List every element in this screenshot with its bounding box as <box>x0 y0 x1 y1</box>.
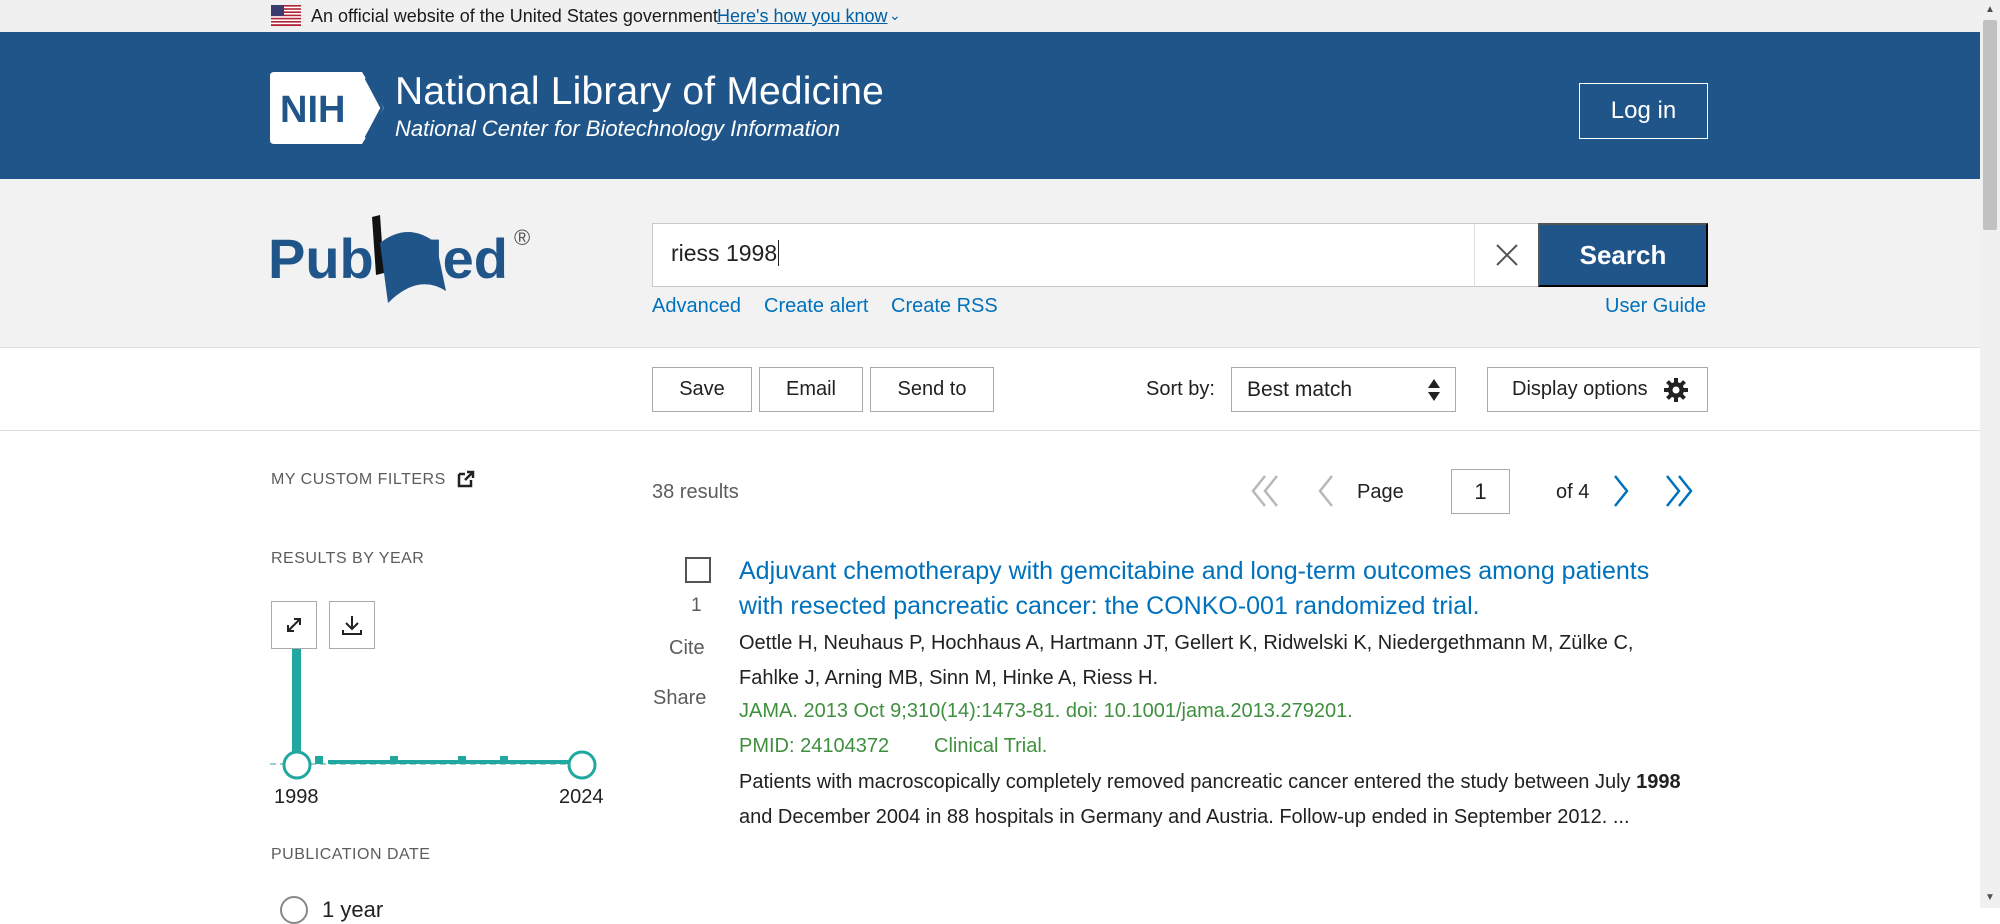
result-title-link[interactable]: Adjuvant chemotherapy with gemcitabine a… <box>739 554 1699 624</box>
page-label: Page <box>1357 481 1404 503</box>
nlm-title[interactable]: National Library of Medicine <box>395 70 884 114</box>
page-of-label: of 4 <box>1556 481 1590 503</box>
year-bar-1998 <box>292 640 301 764</box>
clear-search-button[interactable] <box>1474 223 1538 287</box>
external-link-icon[interactable] <box>457 470 475 488</box>
result-number: 1 <box>691 595 702 616</box>
results-by-year-chart[interactable] <box>270 600 610 810</box>
last-page-icon[interactable] <box>1661 472 1695 510</box>
user-guide-link[interactable]: User Guide <box>1605 295 1706 318</box>
result-checkbox[interactable] <box>685 557 711 583</box>
advanced-link[interactable]: Advanced <box>652 295 741 318</box>
custom-filters-heading[interactable]: MY CUSTOM FILTERS <box>271 471 446 489</box>
scroll-down-arrow-icon[interactable]: ▼ <box>1983 891 1997 905</box>
pub-date-1-year-radio[interactable] <box>280 896 308 924</box>
download-icon <box>342 616 362 635</box>
svg-text:Pub: Pub <box>268 227 374 290</box>
sort-label: Sort by: <box>1146 378 1215 400</box>
previous-page-icon[interactable] <box>1310 472 1344 510</box>
chevron-down-icon[interactable]: ⌄ <box>889 7 901 24</box>
svg-text:Med: Med <box>396 227 508 290</box>
us-flag-icon <box>271 5 301 26</box>
sort-value: Best match <box>1247 377 1353 401</box>
save-button[interactable]: Save <box>652 367 752 412</box>
publication-date-heading: PUBLICATION DATE <box>271 846 431 863</box>
create-alert-link[interactable]: Create alert <box>764 295 869 318</box>
download-chart-button[interactable] <box>329 601 375 649</box>
cite-button[interactable]: Cite <box>669 637 705 660</box>
year-bar <box>315 756 323 764</box>
share-button[interactable]: Share <box>653 687 706 710</box>
scrollbar-thumb[interactable] <box>1983 20 1997 230</box>
result-citation: JAMA. 2013 Oct 9;310(14):1473-81. doi: 1… <box>739 700 1353 722</box>
email-button[interactable]: Email <box>759 367 863 412</box>
send-to-button[interactable]: Send to <box>870 367 994 412</box>
gov-banner-text: An official website of the United States… <box>311 6 718 26</box>
year-start-label: 1998 <box>274 786 319 808</box>
result-pmid: PMID: 24104372 <box>739 735 890 757</box>
sort-select[interactable]: Best match <box>1231 367 1456 412</box>
result-authors: Oettle H, Neuhaus P, Hochhaus A, Hartman… <box>739 632 1634 689</box>
result-snippet: Patients with macroscopically completely… <box>739 771 1681 828</box>
year-bar <box>328 760 582 764</box>
page-number-input[interactable]: 1 <box>1451 469 1510 514</box>
range-start-handle <box>282 750 312 780</box>
display-options-label: Display options <box>1512 378 1648 400</box>
expand-chart-button[interactable] <box>271 601 317 649</box>
year-bar <box>390 756 398 764</box>
login-button[interactable]: Log in <box>1579 83 1708 139</box>
first-page-icon[interactable] <box>1249 472 1283 510</box>
ncbi-subtitle: National Center for Biotechnology Inform… <box>395 116 841 141</box>
result-publication-type: Clinical Trial. <box>934 735 1048 757</box>
range-end-handle <box>567 750 597 780</box>
results-by-year-heading: RESULTS BY YEAR <box>271 550 425 567</box>
display-options-button[interactable]: Display options <box>1487 367 1708 412</box>
create-rss-link[interactable]: Create RSS <box>891 295 998 318</box>
nih-logo[interactable]: NIH <box>270 72 384 144</box>
year-bar <box>458 756 466 764</box>
how-you-know-link[interactable]: Here's how you know <box>717 6 888 27</box>
close-icon <box>1495 244 1518 266</box>
search-input[interactable]: riess 1998 <box>652 223 1539 287</box>
next-page-icon[interactable] <box>1603 472 1637 510</box>
results-count: 38 results <box>652 481 739 503</box>
sort-arrows-icon <box>1428 379 1440 401</box>
svg-text:NIH: NIH <box>280 89 345 131</box>
search-query[interactable]: riess 1998 <box>671 240 780 267</box>
year-end-label: 2024 <box>559 786 604 808</box>
search-button[interactable]: Search <box>1538 223 1708 287</box>
expand-icon <box>287 618 301 632</box>
pubmed-logo[interactable]: Pub Med ® <box>268 213 538 305</box>
gear-icon <box>1664 378 1688 402</box>
pub-date-1-year-label[interactable]: 1 year <box>322 897 383 923</box>
svg-text:®: ® <box>514 225 530 250</box>
year-bar <box>500 756 508 764</box>
scroll-up-arrow-icon[interactable]: ▲ <box>1983 3 1997 17</box>
